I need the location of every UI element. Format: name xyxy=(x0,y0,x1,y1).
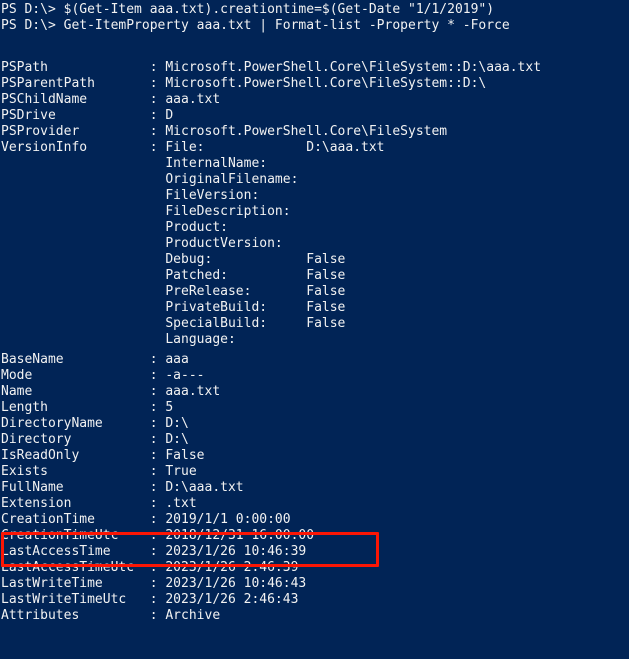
property-row-privatebuild: PrivateBuild: False xyxy=(1,300,346,315)
property-row-versioninfo-file: VersionInfo : File: D:\aaa.txt xyxy=(1,140,385,155)
property-row-fileversion: FileVersion: xyxy=(1,188,260,203)
property-row-lastaccesstimeutc: LastAccessTimeUtc : 2023/1/26 2:46:39 xyxy=(1,560,299,575)
prompt-line-1: PS D:\> $(Get-Item aaa.txt).creationtime… xyxy=(1,2,495,17)
property-list-block-primary: PSPath : Microsoft.PowerShell.Core\FileS… xyxy=(0,60,629,348)
property-row-basename: BaseName : aaa xyxy=(1,352,189,367)
spacer-after-prompt xyxy=(0,34,629,60)
property-row-psprovider: PSProvider : Microsoft.PowerShell.Core\F… xyxy=(1,124,448,139)
property-row-prerelease: PreRelease: False xyxy=(1,284,346,299)
property-row-creationtime: CreationTime : 2019/1/1 0:00:00 xyxy=(1,512,291,527)
property-row-pschildname: PSChildName : aaa.txt xyxy=(1,92,221,107)
property-row-internalname: InternalName: xyxy=(1,156,268,171)
property-row-directoryname: DirectoryName : D:\ xyxy=(1,416,189,431)
property-row-isreadonly: IsReadOnly : False xyxy=(1,448,205,463)
property-row-lastaccesstime: LastAccessTime : 2023/1/26 10:46:39 xyxy=(1,544,307,559)
property-row-language: Language: xyxy=(1,332,236,347)
property-row-psparentpath: PSParentPath : Microsoft.PowerShell.Core… xyxy=(1,76,487,91)
property-row-specialbuild: SpecialBuild: False xyxy=(1,316,346,331)
prompt-command-block: PS D:\> $(Get-Item aaa.txt).creationtime… xyxy=(0,0,629,34)
property-row-psdrive: PSDrive : D xyxy=(1,108,174,123)
property-row-product: Product: xyxy=(1,220,228,235)
property-row-fullname: FullName : D:\aaa.txt xyxy=(1,480,244,495)
property-row-debug: Debug: False xyxy=(1,252,346,267)
property-row-mode: Mode : -a--- xyxy=(1,368,205,383)
property-row-filedescription: FileDescription: xyxy=(1,204,291,219)
property-row-extension: Extension : .txt xyxy=(1,496,197,511)
property-row-name: Name : aaa.txt xyxy=(1,384,221,399)
powershell-console[interactable]: PS D:\> $(Get-Item aaa.txt).creationtime… xyxy=(0,0,629,659)
property-row-length: Length : 5 xyxy=(1,400,174,415)
property-row-lastwritetime: LastWriteTime : 2023/1/26 10:46:43 xyxy=(1,576,307,591)
property-row-originalfilename: OriginalFilename: xyxy=(1,172,299,187)
property-row-lastwritetimeutc: LastWriteTimeUtc : 2023/1/26 2:46:43 xyxy=(1,592,299,607)
property-row-attributes: Attributes : Archive xyxy=(1,608,221,623)
property-row-productversion: ProductVersion: xyxy=(1,236,283,251)
property-list-block-secondary: BaseName : aaa Mode : -a--- Name : aaa.t… xyxy=(0,352,629,624)
property-row-creationtimeutc: CreationTimeUtc : 2018/12/31 16:00:00 xyxy=(1,528,315,543)
prompt-line-2: PS D:\> Get-ItemProperty aaa.txt | Forma… xyxy=(1,18,510,33)
property-row-patched: Patched: False xyxy=(1,268,346,283)
property-row-directory: Directory : D:\ xyxy=(1,432,189,447)
property-row-exists: Exists : True xyxy=(1,464,197,479)
property-row-pspath: PSPath : Microsoft.PowerShell.Core\FileS… xyxy=(1,60,542,75)
